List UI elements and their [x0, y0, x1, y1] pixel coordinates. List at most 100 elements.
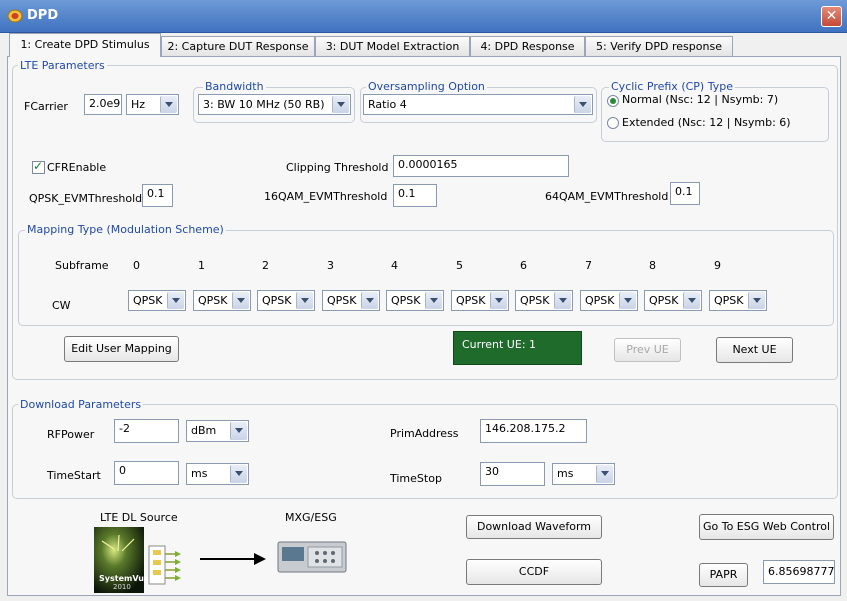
64qam-evm-threshold-input[interactable]: 0.1	[670, 182, 700, 205]
tab-capture-dut-response[interactable]: 2: Capture DUT Response	[161, 36, 315, 56]
cw-modulation-value: QPSK	[391, 294, 421, 307]
clipping-threshold-input[interactable]: 0.0000165	[393, 155, 569, 177]
title-bar	[0, 0, 847, 33]
arrow-right-icon	[200, 553, 266, 565]
subframe-number: 0	[133, 259, 140, 272]
oversampling-title: Oversampling Option	[366, 80, 487, 93]
timestart-unit-select[interactable]: ms	[186, 463, 249, 485]
rfpower-unit-value: dBm	[191, 424, 217, 437]
ccdf-button[interactable]: CCDF	[466, 559, 602, 585]
signal-generator-icon	[277, 541, 347, 573]
subframe-number: 3	[327, 259, 334, 272]
subframe-number: 7	[585, 259, 592, 272]
oversampling-select[interactable]: Ratio 4	[363, 94, 593, 115]
prev-ue-button[interactable]: Prev UE	[614, 338, 681, 362]
mapping-type-group	[18, 230, 834, 326]
chevron-down-icon	[596, 465, 613, 483]
cw-modulation-select[interactable]: QPSK	[128, 290, 186, 311]
cw-modulation-value: QPSK	[198, 294, 228, 307]
chevron-down-icon	[619, 292, 636, 309]
cw-modulation-select[interactable]: QPSK	[709, 290, 767, 311]
papr-value: 6.85698777	[763, 560, 835, 584]
cw-modulation-value: QPSK	[714, 294, 744, 307]
timestart-label: TimeStart	[47, 469, 101, 482]
edit-user-mapping-button[interactable]: Edit User Mapping	[64, 336, 179, 362]
tab-dpd-response[interactable]: 4: DPD Response	[470, 36, 585, 56]
cw-modulation-value: QPSK	[133, 294, 163, 307]
oversampling-value: Ratio 4	[368, 98, 407, 111]
chevron-down-icon	[230, 465, 247, 483]
fcarrier-unit-value: Hz	[131, 98, 146, 111]
timestop-label: TimeStop	[390, 472, 442, 485]
timestart-unit-value: ms	[191, 467, 208, 480]
subframe-label: Subframe	[55, 259, 109, 272]
cw-modulation-value: QPSK	[520, 294, 550, 307]
tab-dut-model-extraction[interactable]: 3: DUT Model Extraction	[315, 36, 470, 56]
subframe-number: 8	[649, 259, 656, 272]
mxg-esg-label: MXG/ESG	[285, 511, 337, 524]
chevron-down-icon	[490, 292, 507, 309]
chevron-down-icon	[683, 292, 700, 309]
chevron-down-icon	[296, 292, 313, 309]
chevron-down-icon	[332, 96, 349, 113]
cw-modulation-value: QPSK	[262, 294, 292, 307]
fcarrier-input[interactable]: 2.0e9	[84, 94, 122, 115]
papr-button[interactable]: PAPR	[699, 563, 748, 587]
next-ue-button[interactable]: Next UE	[716, 337, 793, 363]
cw-modulation-select[interactable]: QPSK	[257, 290, 315, 311]
cp-extended-label: Extended (Nsc: 12 | Nsymb: 6)	[622, 116, 791, 129]
timestop-unit-select[interactable]: ms	[552, 463, 615, 485]
rfpower-input[interactable]: -2	[114, 419, 179, 443]
16qam-evm-threshold-label: 16QAM_EVMThreshold	[264, 190, 388, 203]
chevron-down-icon	[361, 292, 378, 309]
cp-normal-radio[interactable]	[607, 95, 619, 107]
logo-year: 2010	[113, 583, 131, 591]
bandwidth-title: Bandwidth	[203, 80, 266, 93]
logo-text: SystemVue	[99, 574, 150, 583]
cw-modulation-select[interactable]: QPSK	[644, 290, 702, 311]
timestop-input[interactable]: 30	[480, 462, 545, 486]
cw-modulation-select[interactable]: QPSK	[322, 290, 380, 311]
fcarrier-unit-select[interactable]: Hz	[126, 94, 179, 115]
cyclic-prefix-title: Cyclic Prefix (CP) Type	[609, 80, 735, 93]
go-to-esg-web-control-button[interactable]: Go To ESG Web Control	[699, 514, 834, 540]
clipping-threshold-label: Clipping Threshold	[286, 161, 389, 174]
cw-modulation-select[interactable]: QPSK	[193, 290, 251, 311]
cw-modulation-select[interactable]: QPSK	[386, 290, 444, 311]
chevron-down-icon	[232, 292, 249, 309]
rfpower-label: RFPower	[47, 428, 95, 441]
subframe-number: 5	[456, 259, 463, 272]
fcarrier-label: FCarrier	[24, 100, 68, 113]
cw-modulation-select[interactable]: QPSK	[515, 290, 573, 311]
cw-modulation-select[interactable]: QPSK	[580, 290, 638, 311]
rfpower-unit-select[interactable]: dBm	[186, 420, 249, 442]
cw-modulation-value: QPSK	[327, 294, 357, 307]
close-button[interactable]: ✕	[821, 6, 842, 27]
download-waveform-button[interactable]: Download Waveform	[466, 515, 602, 539]
download-parameters-title: Download Parameters	[18, 398, 144, 411]
qpsk-evm-threshold-input[interactable]: 0.1	[142, 184, 173, 207]
16qam-evm-threshold-input[interactable]: 0.1	[393, 184, 437, 207]
chevron-down-icon	[425, 292, 442, 309]
lte-dl-source-label: LTE DL Source	[100, 511, 178, 524]
lte-parameters-title: LTE Parameters	[18, 59, 107, 72]
cfr-enable-checkbox[interactable]	[32, 159, 45, 174]
timestart-input[interactable]: 0	[114, 461, 179, 485]
primaddress-label: PrimAddress	[390, 427, 459, 440]
chevron-down-icon	[230, 422, 247, 440]
chevron-down-icon	[160, 96, 177, 113]
bandwidth-select[interactable]: 3: BW 10 MHz (50 RB)	[198, 94, 351, 115]
subframe-number: 2	[262, 259, 269, 272]
subframe-number: 6	[520, 259, 527, 272]
cw-modulation-select[interactable]: QPSK	[451, 290, 509, 311]
cp-extended-radio[interactable]	[607, 117, 619, 129]
tab-verify-dpd-response[interactable]: 5: Verify DPD response	[585, 36, 733, 56]
primaddress-input[interactable]: 146.208.175.2	[480, 419, 587, 443]
tab-create-dpd-stimulus[interactable]: 1: Create DPD Stimulus	[9, 33, 161, 57]
chevron-down-icon	[554, 292, 571, 309]
subframe-number: 9	[714, 259, 721, 272]
mapping-type-title: Mapping Type (Modulation Scheme)	[25, 223, 226, 236]
chevron-down-icon	[574, 96, 591, 113]
timestop-unit-value: ms	[557, 467, 574, 480]
cp-normal-label: Normal (Nsc: 12 | Nsymb: 7)	[622, 93, 779, 106]
